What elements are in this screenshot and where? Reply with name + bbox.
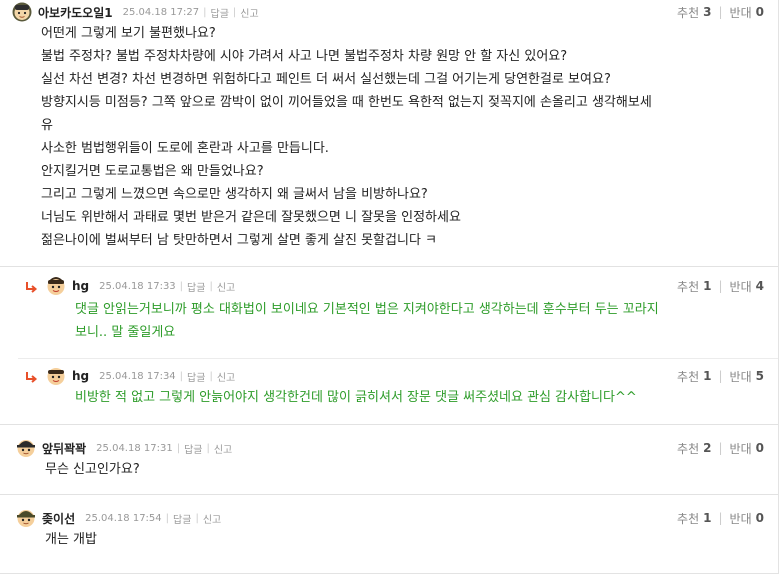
report-button[interactable]: 신고	[217, 369, 235, 384]
comment-line: 사소한 범법행위들이 도로에 혼란과 사고를 만듭니다.	[41, 141, 329, 156]
report-button[interactable]: 신고	[217, 279, 235, 294]
avatar-icon[interactable]	[16, 438, 36, 458]
comment-item: 앞뒤꽉꽉 25.04.18 17:31 | 답글 | 신고 추천 2 | 반대 …	[0, 436, 778, 488]
avatar-icon[interactable]	[46, 276, 66, 296]
comment-line: 젊은나이에 벌써부터 남 탓만하면서 그렇게 살면 좋게 살진 못할겁니다 ㅋ	[41, 233, 437, 248]
upvote-button[interactable]: 추천	[677, 368, 699, 385]
divider: |	[232, 6, 237, 18]
reply-button[interactable]: 답글	[173, 511, 191, 526]
comment-line: 그리고 그렇게 느꼈으면 속으로만 생각하지 왜 글써서 남을 비방하나요?	[41, 187, 428, 202]
reply-item: hg 25.04.18 17:34 | 답글 | 신고 추천 1 | 반대 5 …	[0, 364, 778, 424]
vote-box: 추천 3 | 반대 0	[677, 0, 764, 24]
divider: |	[209, 370, 213, 382]
divider: |	[718, 441, 723, 455]
comment-line: 방향지시등 미점등? 그쪽 앞으로 깜박이 없이 끼어들었을 때 한번도 욕한적…	[41, 95, 652, 110]
divider: |	[206, 442, 210, 454]
comment-line: 어떤게 그렇게 보기 불편했나요?	[41, 26, 216, 41]
comment-line: 보니.. 말 줄일게요	[75, 325, 176, 340]
divider: |	[195, 512, 199, 524]
divider: |	[718, 369, 723, 383]
reply-button[interactable]: 답글	[211, 5, 229, 20]
report-button[interactable]: 신고	[240, 5, 258, 20]
divider	[0, 424, 778, 425]
author-name[interactable]: 앞뒤꽉꽉	[42, 440, 86, 457]
upvote-button[interactable]: 추천	[677, 440, 699, 457]
divider	[18, 358, 778, 359]
divider: |	[718, 511, 723, 525]
comment-line: 안지킬거면 도로교통법은 왜 만들었나요?	[41, 164, 264, 179]
comment-item: 좆이선 25.04.18 17:54 | 답글 | 신고 추천 1 | 반대 0…	[0, 506, 778, 566]
vote-box: 추천 1 | 반대 4	[677, 274, 764, 298]
downvote-count: 4	[755, 279, 764, 293]
upvote-count: 1	[703, 369, 712, 383]
comment-item: 아보카도오일1 25.04.18 17:27 | 답글 | 신고 추천 3 | …	[0, 0, 778, 265]
comment-date: 25.04.18 17:34	[99, 370, 176, 382]
author-name[interactable]: 아보카도오일1	[38, 4, 113, 21]
report-button[interactable]: 신고	[214, 441, 232, 456]
comment-body: 무슨 신고인가요?	[45, 458, 140, 481]
reply-arrow-icon	[26, 282, 38, 293]
comment-line: 비방한 적 없고 그렇게 안늙어야지 생각한건데 많이 긁히셔서 장문 댓글 써…	[75, 390, 637, 405]
comment-date: 25.04.18 17:54	[85, 512, 162, 524]
comment-date: 25.04.18 17:33	[99, 280, 176, 292]
comment-list: 아보카도오일1 25.04.18 17:27 | 답글 | 신고 추천 3 | …	[0, 0, 779, 574]
avatar-icon[interactable]	[46, 366, 66, 386]
vote-box: 추천 1 | 반대 5	[677, 364, 764, 388]
report-button[interactable]: 신고	[203, 511, 221, 526]
divider: |	[179, 370, 184, 382]
vote-box: 추천 2 | 반대 0	[677, 436, 764, 460]
divider: |	[209, 280, 213, 292]
divider	[0, 494, 778, 495]
upvote-count: 2	[703, 441, 712, 455]
upvote-button[interactable]: 추천	[677, 4, 699, 21]
comment-date: 25.04.18 17:27	[122, 6, 200, 18]
upvote-count: 1	[703, 279, 712, 293]
downvote-count: 5	[755, 369, 764, 383]
upvote-count: 3	[703, 5, 712, 19]
divider: |	[718, 5, 723, 19]
divider: |	[176, 442, 181, 454]
divider: |	[165, 512, 170, 524]
comment-line: 유	[41, 118, 53, 133]
downvote-button[interactable]: 반대	[730, 278, 752, 295]
comment-body: 어떤게 그렇게 보기 불편했나요? 불법 주정차? 불법 주정차차량에 시야 가…	[41, 22, 652, 252]
comment-line: 개는 개밥	[45, 532, 97, 547]
author-name[interactable]: hg	[72, 279, 89, 293]
avatar-icon[interactable]	[12, 2, 32, 22]
reply-arrow-icon	[26, 372, 38, 383]
reply-button[interactable]: 답글	[184, 441, 202, 456]
reply-button[interactable]: 답글	[187, 279, 205, 294]
upvote-button[interactable]: 추천	[677, 510, 699, 527]
downvote-count: 0	[755, 5, 764, 19]
divider: |	[179, 280, 184, 292]
downvote-button[interactable]: 반대	[730, 510, 752, 527]
comment-date: 25.04.18 17:31	[96, 442, 173, 454]
comment-line: 너님도 위반해서 과태료 몇번 받은거 같은데 잘못했으면 니 잘못을 인정하세…	[41, 210, 461, 225]
divider	[0, 266, 778, 267]
comment-line: 실선 차선 변경? 차선 변경하면 위험하다고 페인트 더 써서 실선했는데 그…	[41, 72, 611, 87]
divider: |	[718, 279, 723, 293]
comment-line: 불법 주정차? 불법 주정차차량에 시야 가려서 사고 나면 불법주정차 차량 …	[41, 49, 568, 64]
author-name[interactable]: hg	[72, 369, 89, 383]
divider: |	[203, 6, 207, 18]
comment-line: 댓글 안읽는거보니까 평소 대화법이 보이네요 기본적인 법은 지켜야한다고 생…	[75, 302, 659, 317]
downvote-button[interactable]: 반대	[730, 440, 752, 457]
downvote-button[interactable]: 반대	[730, 368, 752, 385]
reply-button[interactable]: 답글	[187, 369, 205, 384]
comment-body: 비방한 적 없고 그렇게 안늙어야지 생각한건데 많이 긁히셔서 장문 댓글 써…	[75, 386, 637, 409]
downvote-count: 0	[755, 441, 764, 455]
vote-box: 추천 1 | 반대 0	[677, 506, 764, 530]
comment-body: 개는 개밥	[45, 528, 97, 551]
downvote-count: 0	[755, 511, 764, 525]
reply-item: hg 25.04.18 17:33 | 답글 | 신고 추천 1 | 반대 4 …	[0, 274, 778, 358]
author-name[interactable]: 좆이선	[42, 510, 75, 527]
upvote-count: 1	[703, 511, 712, 525]
comment-line: 무슨 신고인가요?	[45, 462, 140, 477]
avatar-icon[interactable]	[16, 508, 36, 528]
upvote-button[interactable]: 추천	[677, 278, 699, 295]
comment-body: 댓글 안읽는거보니까 평소 대화법이 보이네요 기본적인 법은 지켜야한다고 생…	[75, 298, 659, 344]
downvote-button[interactable]: 반대	[730, 4, 752, 21]
